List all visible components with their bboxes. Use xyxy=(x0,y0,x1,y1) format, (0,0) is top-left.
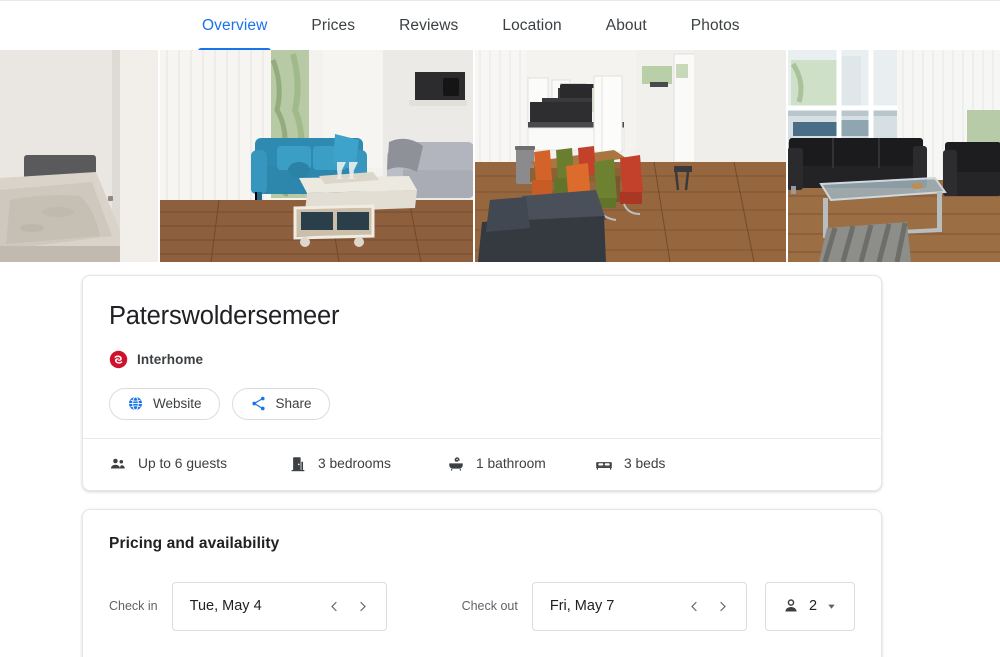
tab-label: Location xyxy=(502,16,562,34)
photo-thumbnail-living-room[interactable] xyxy=(158,50,473,262)
amenity-guests: Up to 6 guests xyxy=(109,455,289,473)
pricing-section-title: Pricing and availability xyxy=(109,534,280,552)
tab-overview[interactable]: Overview xyxy=(180,1,289,51)
check-out-label: Check out xyxy=(461,599,518,614)
amenity-bathrooms: 1 bathroom xyxy=(447,455,595,473)
bedroom-door-icon xyxy=(291,456,305,471)
tab-about[interactable]: About xyxy=(584,1,669,51)
photo-strip xyxy=(0,50,1000,262)
tab-bar: Overview Prices Reviews Location About P… xyxy=(0,0,1000,51)
bathtub-icon xyxy=(449,456,463,471)
page-title: Paterswoldersemeer xyxy=(109,302,340,330)
interhome-logo-icon xyxy=(109,350,128,368)
tab-label: Photos xyxy=(690,16,740,34)
amenities-row: Up to 6 guests 3 bedrooms 1 bathroom 3 b… xyxy=(83,439,881,490)
website-button[interactable]: Website xyxy=(109,387,220,420)
brand-row: Interhome xyxy=(109,350,855,369)
amenity-label: Up to 6 guests xyxy=(138,456,227,472)
check-out-value: Fri, May 7 xyxy=(549,598,615,615)
tab-label: Overview xyxy=(202,16,268,34)
page-content: Paterswoldersemeer Interhome Website Sha… xyxy=(0,262,1000,657)
tab-prices[interactable]: Prices xyxy=(289,1,377,51)
check-out-prev-button[interactable] xyxy=(682,590,708,622)
tab-label: About xyxy=(605,16,647,34)
check-in-label: Check in xyxy=(109,599,158,614)
listing-card: Paterswoldersemeer Interhome Website Sha… xyxy=(82,275,882,491)
check-in-arrows xyxy=(322,590,376,622)
tab-photos[interactable]: Photos xyxy=(669,1,762,51)
guests-selector[interactable]: 2 xyxy=(764,581,855,631)
amenity-label: 3 bedrooms xyxy=(318,456,391,472)
website-button-label: Website xyxy=(153,396,202,412)
amenity-bedrooms: 3 bedrooms xyxy=(289,455,447,473)
chevron-down-icon xyxy=(828,604,835,609)
share-button[interactable]: Share xyxy=(231,387,330,420)
photo-thumbnail-lounge[interactable] xyxy=(786,50,1000,262)
chevron-right-icon xyxy=(360,601,367,611)
photo-thumbnail-kitchen-dining[interactable] xyxy=(473,50,786,262)
tab-reviews[interactable]: Reviews xyxy=(377,1,480,51)
listing-card-body: Paterswoldersemeer Interhome Website Sha… xyxy=(83,276,881,438)
tab-label: Prices xyxy=(311,16,356,34)
chevron-right-icon xyxy=(720,601,727,611)
amenity-label: 1 bathroom xyxy=(476,456,546,472)
check-out-next-button[interactable] xyxy=(710,590,736,622)
check-in-value: Tue, May 4 xyxy=(189,598,262,615)
check-out-arrows xyxy=(682,590,736,622)
bed-icon xyxy=(596,461,612,470)
tab-label: Reviews xyxy=(399,16,459,34)
globe-icon xyxy=(128,396,143,411)
check-in-field[interactable]: Tue, May 4 xyxy=(171,581,387,631)
share-icon xyxy=(251,396,265,411)
tab-location[interactable]: Location xyxy=(480,1,583,51)
chevron-left-icon xyxy=(691,601,698,611)
pricing-card: Pricing and availability Check in Tue, M… xyxy=(82,508,882,657)
check-out-field[interactable]: Fri, May 7 xyxy=(531,581,747,631)
check-in-next-button[interactable] xyxy=(350,590,376,622)
amenity-beds: 3 beds xyxy=(595,455,665,473)
brand-name: Interhome xyxy=(137,351,204,367)
photo-thumbnail-bedroom[interactable] xyxy=(0,50,158,262)
pricing-card-body: Pricing and availability Check in Tue, M… xyxy=(83,510,881,649)
guests-count: 2 xyxy=(808,598,818,615)
person-icon xyxy=(785,599,797,612)
booking-row: Check in Tue, May 4 Check out Fri, May 7… xyxy=(109,581,855,631)
guests-icon xyxy=(110,458,125,469)
check-in-prev-button[interactable] xyxy=(322,590,348,622)
chevron-left-icon xyxy=(331,601,338,611)
amenity-label: 3 beds xyxy=(624,456,666,472)
action-chip-row: Website Share xyxy=(109,387,855,420)
share-button-label: Share xyxy=(275,396,312,412)
